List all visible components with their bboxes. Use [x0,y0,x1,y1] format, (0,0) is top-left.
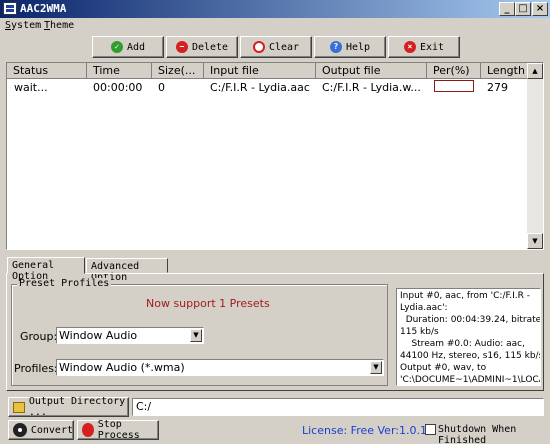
column-percent[interactable]: Per(%) [427,63,481,79]
stop-process-button[interactable]: Stop Process [77,419,159,441]
log-line: Input #0, aac, from 'C:/F.I.R - [400,291,530,301]
log-line: Stream #0.0: Audio: aac, [400,339,525,349]
add-button[interactable]: ✓ Add [92,36,164,58]
stop-icon [82,423,94,437]
profiles-select[interactable]: Window Audio (*.wma) ▼ [56,359,384,376]
column-size[interactable]: Size(... [152,63,204,79]
group-select[interactable]: Window Audio ▼ [56,327,204,344]
group-label: Group: [20,330,58,343]
help-button[interactable]: ? Help [314,36,386,58]
row-progress-bar [434,80,474,92]
maximize-button[interactable]: □ [515,2,531,16]
row-input-file: C:/F.I.R - Lydia.aac [210,81,310,94]
delete-icon: − [175,41,188,53]
menu-theme[interactable]: Theme [44,20,74,31]
preset-notice: Now support 1 Presets [146,297,270,310]
log-line: 44100 Hz, stereo, s16, 115 kb/s [400,351,541,361]
shutdown-label[interactable]: Shutdown When Finished [438,424,550,444]
row-size: 0 [158,81,165,94]
scroll-down-icon[interactable]: ▼ [527,233,543,249]
tab-general-option[interactable]: General Option [7,257,85,282]
exit-button[interactable]: × Exit [388,36,460,58]
window-title: AAC2WMA [20,2,67,15]
file-list[interactable]: Status Time Size(... Input file Output f… [6,62,544,250]
column-output-file[interactable]: Output file [316,63,427,79]
chevron-down-icon[interactable]: ▼ [190,329,202,342]
clear-button[interactable]: Clear [240,36,312,58]
title-bar: AAC2WMA _ □ × [0,0,550,18]
delete-button[interactable]: − Delete [166,36,238,58]
close-button[interactable]: × [532,2,548,16]
scroll-up-icon[interactable]: ▲ [527,63,543,79]
column-input-file[interactable]: Input file [204,63,316,79]
log-line: Duration: 00:04:39.24, bitrate: [400,315,541,325]
shutdown-checkbox[interactable] [425,424,436,435]
clear-icon [252,41,265,53]
menu-bar: System Theme [0,18,550,34]
row-time: 00:00:00 [93,81,143,94]
row-length: 279 [487,81,508,94]
file-list-header: Status Time Size(... Input file Output f… [7,63,529,79]
log-line: Output #0, wav, to [400,363,487,373]
profiles-label: Profiles: [14,362,58,375]
row-output-file: C:/F.I.R - Lydia.w... [322,81,421,94]
tab-advanced-option[interactable]: Advanced Option [86,258,168,283]
column-length[interactable]: Length [481,63,529,79]
column-time[interactable]: Time [87,63,152,79]
license-label: License: Free Ver:1.0.1 [302,424,427,437]
help-icon: ? [329,41,342,53]
conversion-log[interactable]: Input #0, aac, from 'C:/F.I.R - Lydia.aa… [396,288,541,386]
folder-icon [13,401,25,413]
menu-system[interactable]: System [5,20,41,31]
row-status: wait... [14,81,48,94]
log-line: 115 kb/s [400,327,439,337]
vertical-scrollbar[interactable]: ▲ ▼ [527,63,543,249]
convert-button[interactable]: Convert [8,420,74,440]
log-line: 'C:\DOCUME~1\ADMINI~1\LOCAL [400,375,541,385]
output-directory-field[interactable]: C:/ [132,398,544,416]
log-line: Lydia.aac': [400,303,448,313]
exit-icon: × [403,41,416,53]
chevron-down-icon[interactable]: ▼ [370,361,382,374]
minimize-button[interactable]: _ [499,2,515,16]
output-directory-button[interactable]: Output Directory ... [8,396,129,418]
column-status[interactable]: Status [7,63,87,79]
app-icon [3,2,17,15]
add-icon: ✓ [110,41,123,53]
film-reel-icon [13,423,27,437]
